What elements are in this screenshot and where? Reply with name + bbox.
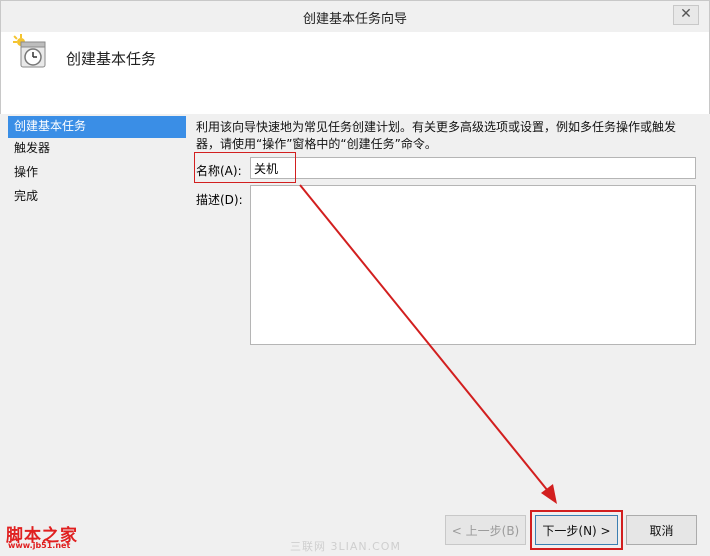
wizard-header: 创建基本任务 bbox=[0, 32, 710, 114]
next-highlight-box bbox=[530, 510, 623, 550]
wizard-steps: 创建基本任务 触发器 操作 完成 bbox=[8, 116, 186, 516]
step-trigger[interactable]: 触发器 bbox=[8, 138, 186, 162]
previous-button[interactable]: < 上一步(B) bbox=[445, 515, 526, 545]
window-title: 创建基本任务向导 bbox=[302, 12, 407, 27]
step-finish[interactable]: 完成 bbox=[8, 186, 186, 210]
wizard-description: 利用该向导快速地为常见任务创建计划。有关更多高级选项或设置，例如多任务操作或触发… bbox=[196, 120, 677, 151]
cancel-button[interactable]: 取消 bbox=[626, 515, 697, 545]
description-label: 描述(D): bbox=[196, 193, 243, 207]
site-url: www.jb51.net bbox=[8, 541, 71, 550]
step-create-basic-task[interactable]: 创建基本任务 bbox=[8, 116, 186, 138]
title-bar: 创建基本任务向导 ✕ bbox=[0, 0, 710, 32]
task-clock-icon bbox=[13, 34, 46, 68]
header-title: 创建基本任务 bbox=[66, 50, 157, 68]
name-highlight-box bbox=[194, 152, 296, 183]
close-button[interactable]: ✕ bbox=[673, 5, 699, 25]
watermark: 三联网 3LIAN.COM bbox=[290, 540, 401, 553]
description-textarea[interactable] bbox=[250, 185, 696, 345]
name-input[interactable] bbox=[250, 157, 696, 179]
close-icon: ✕ bbox=[680, 6, 692, 22]
step-action[interactable]: 操作 bbox=[8, 162, 186, 186]
